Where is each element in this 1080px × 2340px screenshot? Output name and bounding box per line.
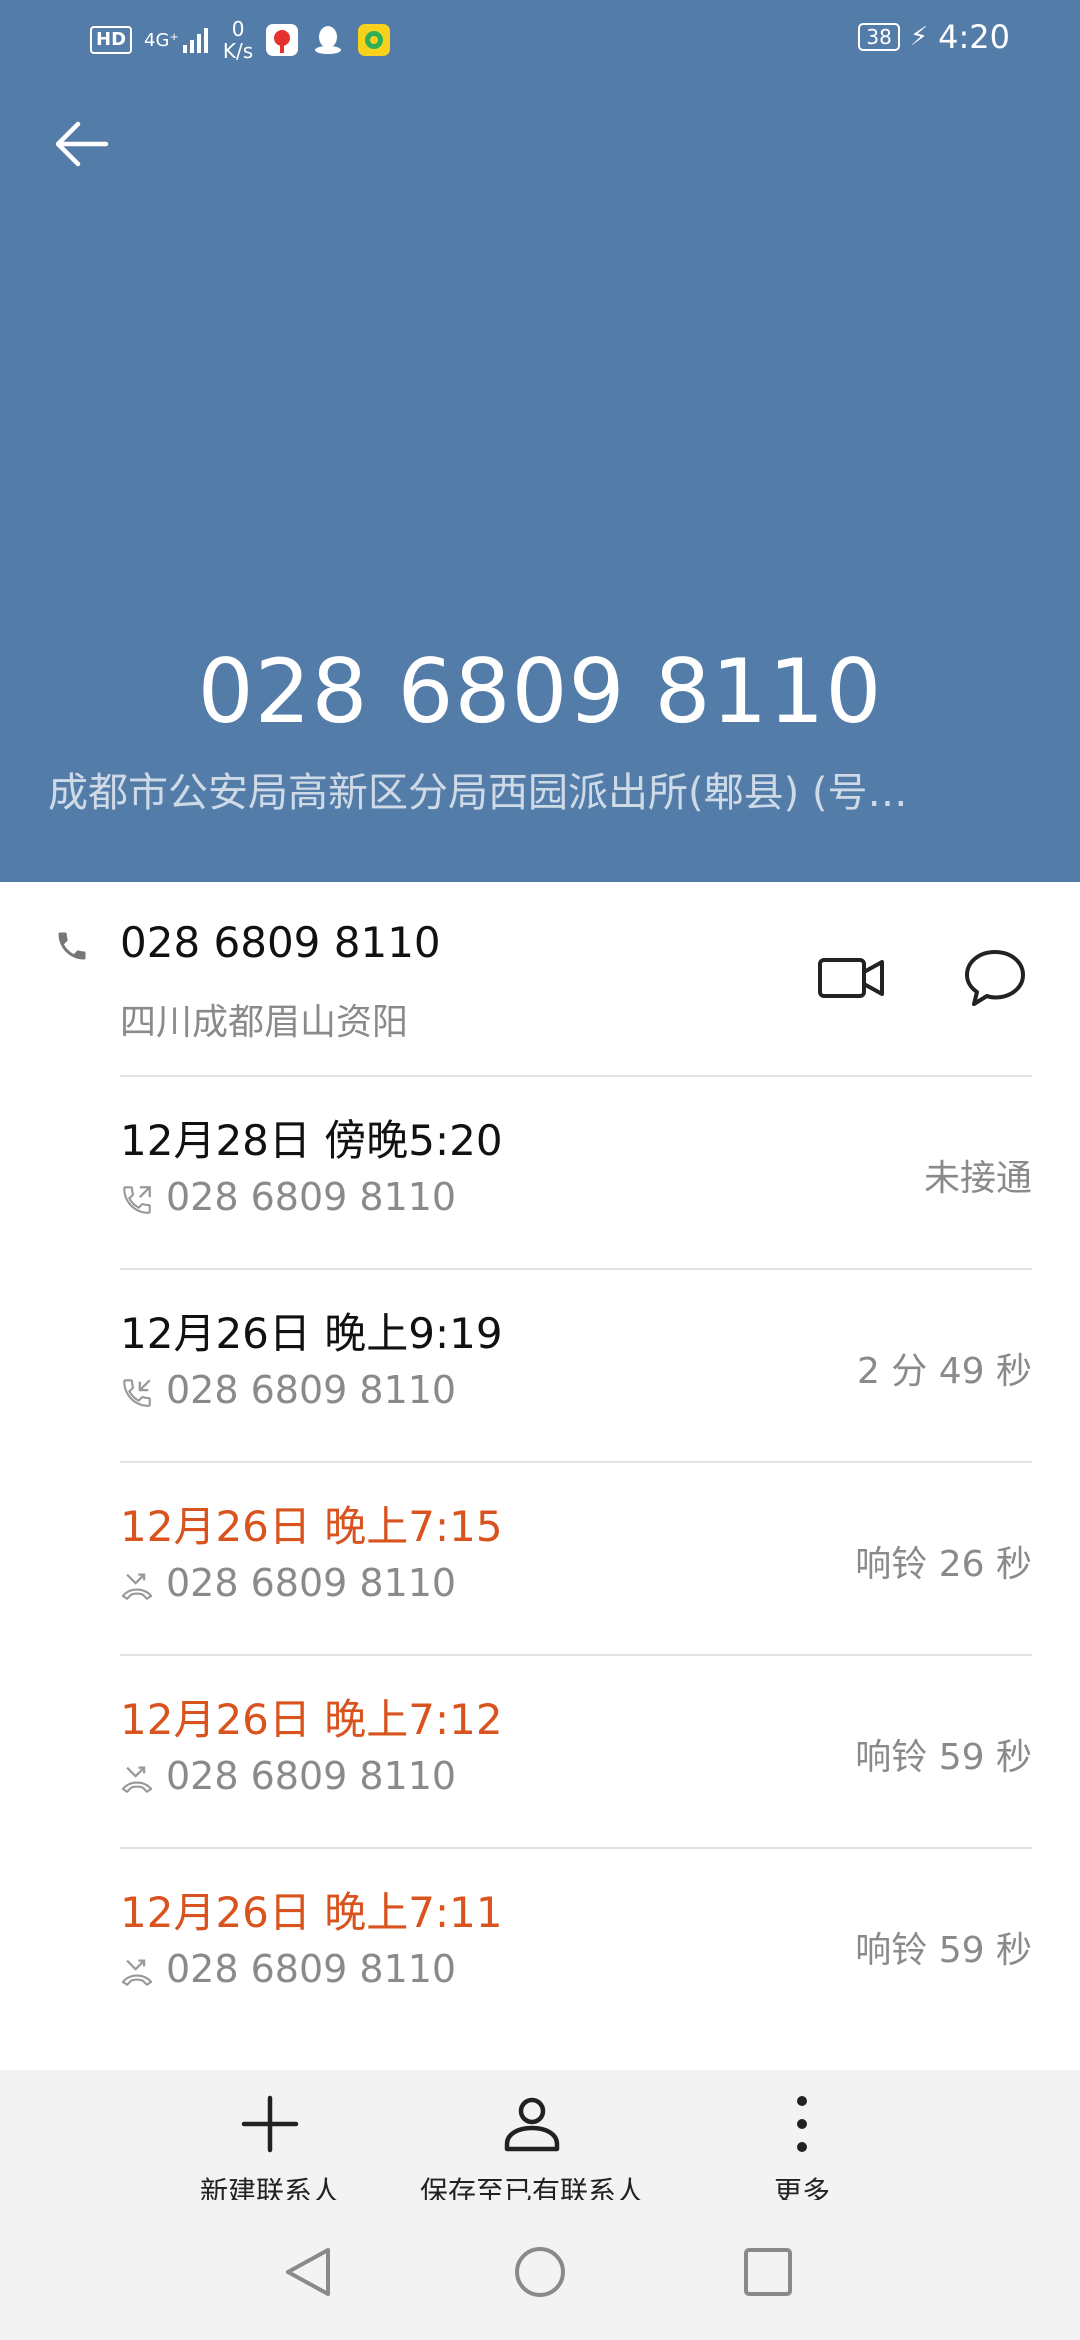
save-to-existing-contact-button[interactable]: 保存至已有联系人 <box>420 2094 644 2210</box>
call-log-row[interactable]: 12月26日 晚上7:15 028 6809 8110 响铃 26 秒 <box>0 1463 1080 1655</box>
charging-icon: ⚡ <box>909 22 929 52</box>
back-button[interactable] <box>50 112 114 176</box>
back-arrow-icon <box>55 121 109 167</box>
primary-location: 四川成都眉山资阳 <box>120 1002 409 1043</box>
call-log-row[interactable]: 12月26日 晚上9:19 028 6809 8110 2 分 49 秒 <box>0 1270 1080 1462</box>
header-location: 成都市公安局高新区分局西园派出所(郫县) (号… <box>48 770 908 816</box>
call-date: 12月26日 晚上9:19 <box>120 1309 503 1358</box>
call-number: 028 6809 8110 <box>166 1175 457 1219</box>
status-time: 4:20 <box>938 18 1010 56</box>
status-bar: HD 4G⁺ 0 K/s 38 ⚡ 4:20 <box>0 0 1080 84</box>
call-log-row[interactable]: 12月28日 傍晚5:20 028 6809 8110 未接通 <box>0 1077 1080 1269</box>
network-type: 4G⁺ <box>144 29 179 51</box>
status-left: HD 4G⁺ 0 K/s <box>90 18 391 62</box>
call-status: 2 分 49 秒 <box>856 1351 1032 1392</box>
call-date: 12月26日 晚上7:15 <box>120 1502 503 1551</box>
more-button[interactable]: 更多 <box>772 2094 832 2210</box>
header-phone-number: 028 6809 8110 <box>197 640 883 743</box>
call-status: 响铃 59 秒 <box>855 1930 1032 1971</box>
call-date: 12月26日 晚上7:11 <box>120 1888 503 1937</box>
square-recents-icon <box>744 2248 792 2296</box>
phone-icon <box>54 928 90 964</box>
action-bar: 新建联系人 保存至已有联系人 更多 <box>0 2070 1080 2208</box>
signal-icon: 4G⁺ <box>144 25 211 55</box>
incoming-call-icon <box>120 1376 154 1410</box>
primary-phone-number[interactable]: 028 6809 8110 <box>120 918 441 967</box>
status-right: 38 ⚡ 4:20 <box>858 18 1010 56</box>
call-date: 12月26日 晚上7:12 <box>120 1695 503 1744</box>
message-button[interactable] <box>962 946 1028 1010</box>
call-number: 028 6809 8110 <box>166 1368 457 1412</box>
nav-home-button[interactable] <box>512 2244 568 2300</box>
call-number: 028 6809 8110 <box>166 1561 457 1605</box>
video-call-button[interactable] <box>816 946 888 1010</box>
primary-number-row[interactable] <box>0 882 1080 1076</box>
message-bubble-icon <box>965 950 1025 1006</box>
call-status: 响铃 26 秒 <box>855 1544 1032 1585</box>
app-notification-icon <box>265 23 299 57</box>
battery-level: 38 <box>858 23 900 51</box>
outgoing-call-icon <box>120 1183 154 1217</box>
nav-recents-button[interactable] <box>740 2244 796 2300</box>
call-log-row[interactable]: 12月26日 晚上7:11 028 6809 8110 响铃 59 秒 <box>0 1849 1080 2041</box>
new-contact-button[interactable]: 新建联系人 <box>200 2094 340 2210</box>
call-number: 028 6809 8110 <box>166 1947 457 1991</box>
call-status: 未接通 <box>923 1158 1032 1199</box>
plus-icon <box>241 2095 299 2153</box>
net-speed-unit: K/s <box>222 39 254 63</box>
contact-header: HD 4G⁺ 0 K/s 38 ⚡ 4:20 028 6809 8110 成都市… <box>0 0 1080 882</box>
hd-badge: HD <box>90 26 133 54</box>
system-nav-bar <box>0 2200 1080 2340</box>
call-number: 028 6809 8110 <box>166 1754 457 1798</box>
more-vertical-icon <box>797 2096 807 2152</box>
net-speed-value: 0 <box>231 17 245 41</box>
qq-icon <box>311 23 345 57</box>
nav-back-button[interactable] <box>280 2244 336 2300</box>
video-camera-icon <box>818 958 884 998</box>
missed-call-icon <box>120 1762 154 1796</box>
person-icon <box>504 2097 560 2152</box>
missed-call-icon <box>120 1569 154 1603</box>
missed-call-icon <box>120 1955 154 1989</box>
circle-home-icon <box>515 2247 565 2297</box>
triangle-back-icon <box>286 2248 330 2296</box>
net-speed: 0 K/s <box>223 18 253 62</box>
call-log-row[interactable]: 12月26日 晚上7:12 028 6809 8110 响铃 59 秒 <box>0 1656 1080 1848</box>
call-status: 响铃 59 秒 <box>855 1737 1032 1778</box>
music-app-icon <box>357 23 391 57</box>
call-date: 12月28日 傍晚5:20 <box>120 1116 503 1165</box>
